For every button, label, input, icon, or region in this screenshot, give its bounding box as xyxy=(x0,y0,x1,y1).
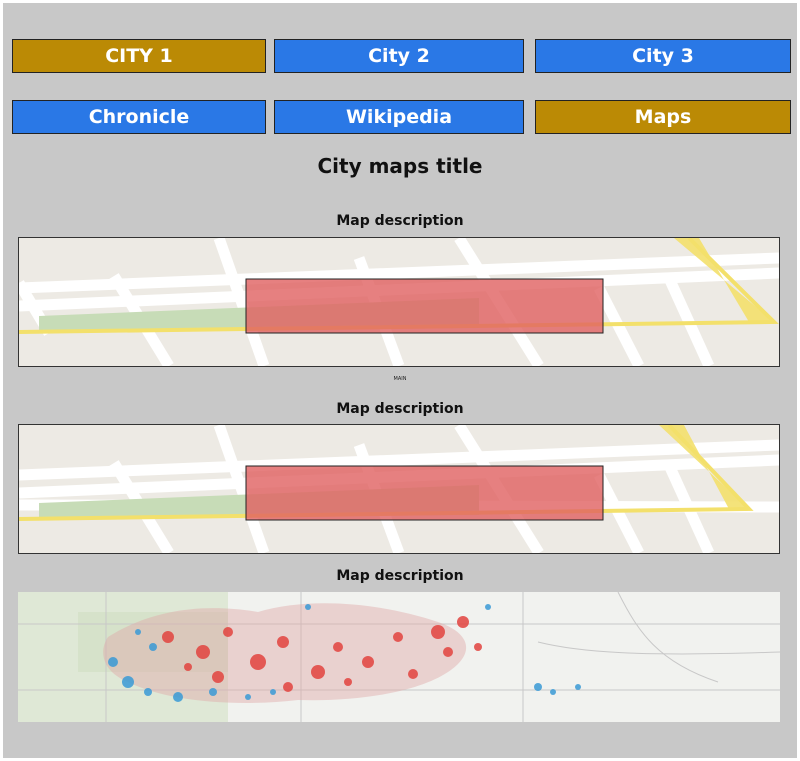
map-2-description: Map description xyxy=(336,401,464,417)
map-1-sublabel: MAIN xyxy=(393,376,407,382)
map-1-description: Map description xyxy=(336,213,464,229)
wikipedia-button[interactable]: Wikipedia xyxy=(274,100,524,134)
city-2-button[interactable]: City 2 xyxy=(274,39,524,73)
page-title: City maps title xyxy=(317,154,483,178)
terrain-map-3[interactable] xyxy=(18,592,780,722)
street-map-1[interactable] xyxy=(18,237,780,367)
city-1-button[interactable]: CITY 1 xyxy=(12,39,266,73)
map-3-description: Map description xyxy=(336,568,464,584)
city-3-button[interactable]: City 3 xyxy=(535,39,791,73)
maps-button[interactable]: Maps xyxy=(535,100,791,134)
chronicle-button[interactable]: Chronicle xyxy=(12,100,266,134)
street-map-2[interactable] xyxy=(18,424,780,554)
